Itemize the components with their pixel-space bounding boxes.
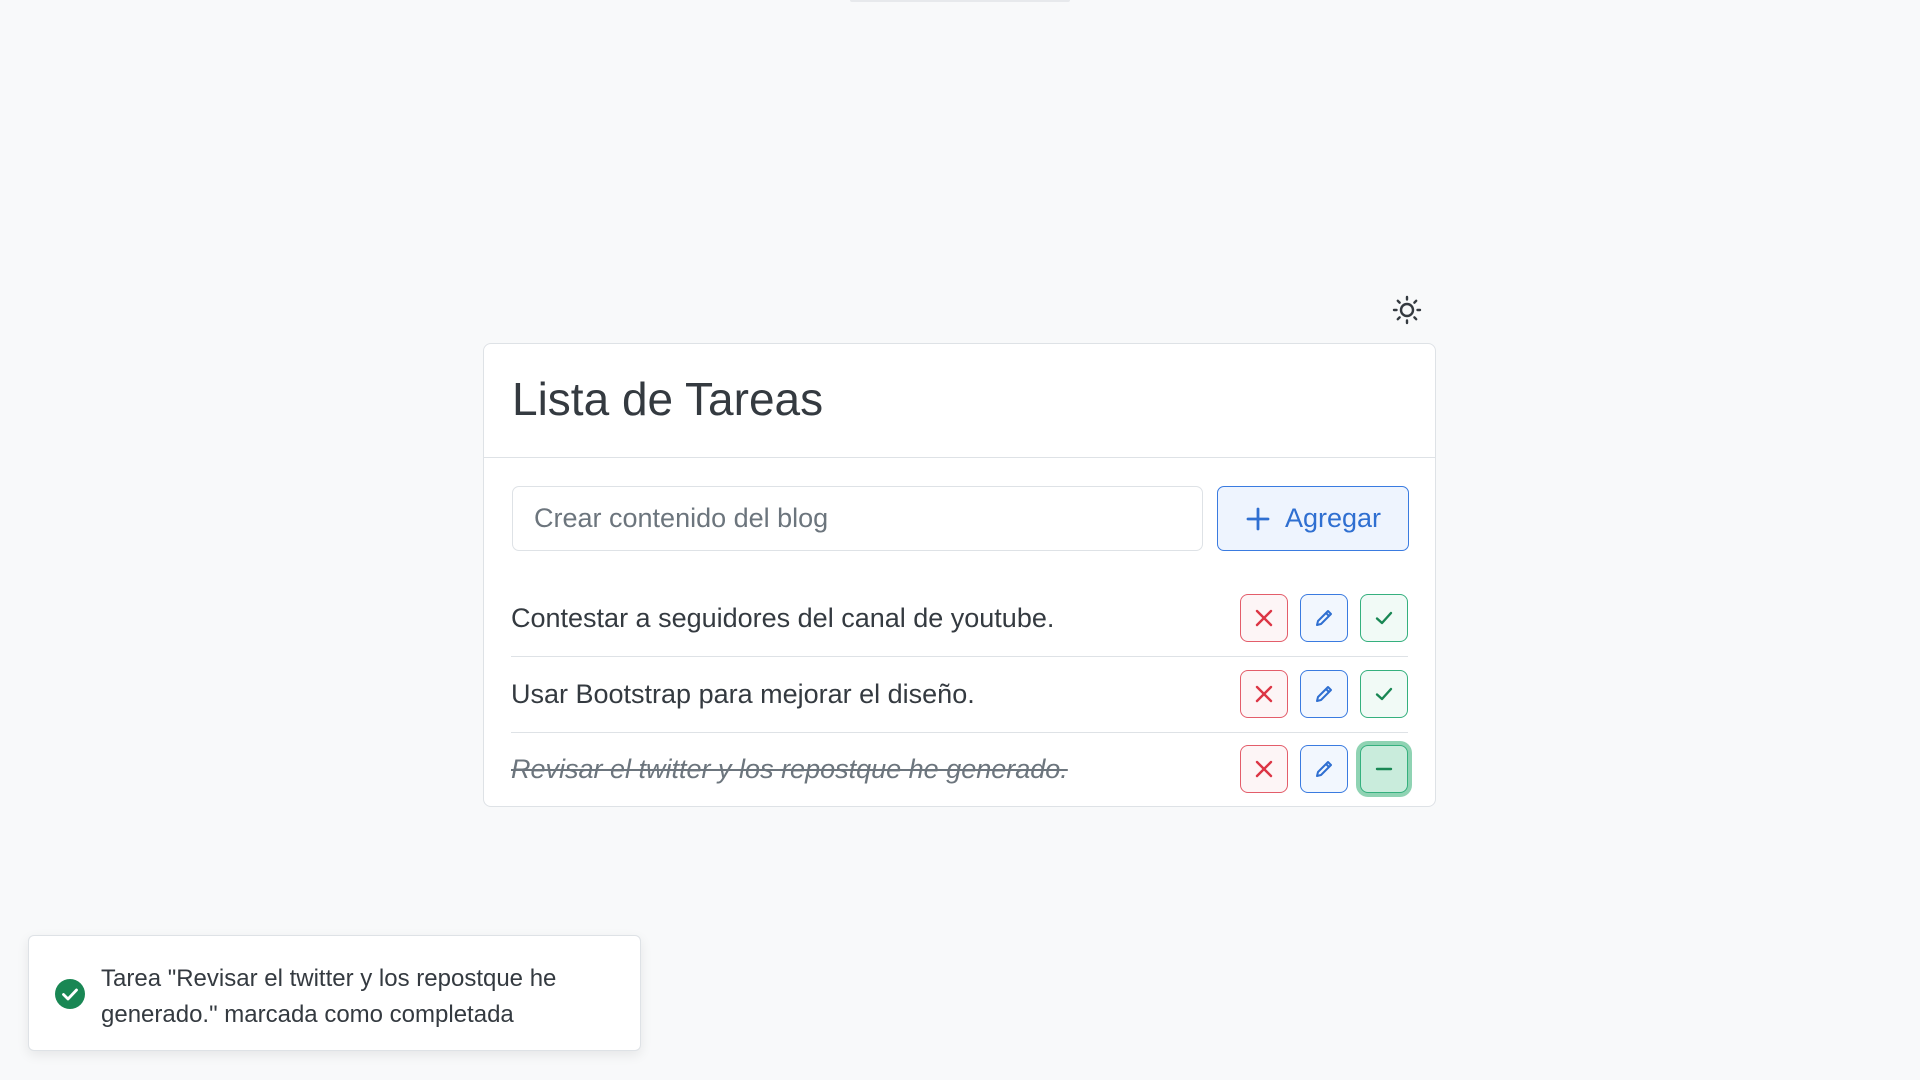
task-actions: [1240, 745, 1408, 793]
top-edge-decoration: [850, 0, 1070, 2]
close-icon: [1255, 609, 1273, 627]
add-task-button[interactable]: Agregar: [1217, 486, 1409, 551]
sun-icon: [1392, 295, 1422, 325]
check-icon: [1375, 611, 1393, 625]
task-actions: [1240, 670, 1408, 718]
task-text: Usar Bootstrap para mejorar el diseño.: [511, 678, 975, 709]
task-row: Usar Bootstrap para mejorar el diseño.: [511, 656, 1408, 733]
theme-toggle-button[interactable]: [1391, 294, 1423, 326]
delete-task-button[interactable]: [1240, 670, 1288, 718]
close-icon: [1255, 760, 1273, 778]
success-toast: Tarea "Revisar el twitter y los repostqu…: [28, 935, 641, 1051]
dash-icon: [1375, 767, 1393, 771]
delete-task-button[interactable]: [1240, 594, 1288, 642]
complete-task-button[interactable]: [1360, 670, 1408, 718]
add-task-form: Agregar: [512, 486, 1409, 551]
add-task-button-label: Agregar: [1284, 503, 1382, 533]
pencil-icon: [1316, 686, 1332, 702]
task-row-completed: Revisar el twitter y los repostque he ge…: [511, 731, 1408, 807]
plus-icon: [1246, 507, 1270, 530]
close-icon: [1255, 685, 1273, 703]
edit-task-button[interactable]: [1300, 594, 1348, 642]
check-circle-icon: [55, 979, 85, 1009]
page-title: Lista de Tareas: [512, 372, 824, 425]
task-row: Contestar a seguidores del canal de yout…: [511, 580, 1408, 657]
edit-task-button[interactable]: [1300, 670, 1348, 718]
delete-task-button[interactable]: [1240, 745, 1288, 793]
task-text: Revisar el twitter y los repostque he ge…: [511, 753, 1068, 784]
toast-message: Tarea "Revisar el twitter y los repostqu…: [101, 965, 557, 1028]
complete-task-button[interactable]: [1360, 594, 1408, 642]
check-icon: [1375, 687, 1393, 701]
task-text: Contestar a seguidores del canal de yout…: [511, 602, 1055, 633]
pencil-icon: [1316, 610, 1332, 626]
task-actions: [1240, 594, 1408, 642]
uncomplete-task-button[interactable]: [1360, 745, 1408, 793]
edit-task-button[interactable]: [1300, 745, 1348, 793]
card-header: Lista de Tareas: [484, 344, 1435, 458]
new-task-input[interactable]: [512, 486, 1203, 551]
pencil-icon: [1316, 761, 1332, 777]
